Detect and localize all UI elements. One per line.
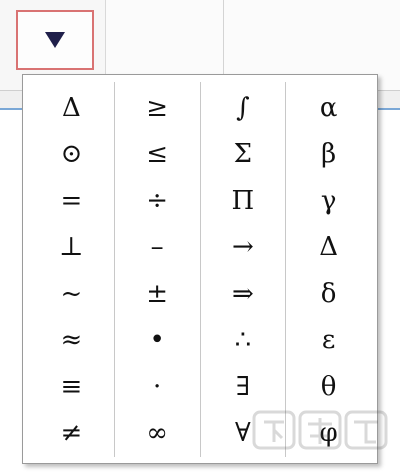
symbol-delta[interactable]: Δ	[41, 86, 101, 130]
symbol-sum[interactable]: Σ	[213, 132, 273, 176]
symbol-epsilon[interactable]: ε	[299, 318, 359, 362]
symbol-capital-delta[interactable]: Δ	[299, 225, 359, 269]
symbol-phi[interactable]: φ	[299, 411, 359, 455]
symbol-theta[interactable]: θ	[299, 365, 359, 409]
symbol-beta[interactable]: β	[299, 132, 359, 176]
symbol-right-arrow[interactable]: →	[213, 225, 273, 269]
symbol-infinity[interactable]: ∞	[127, 411, 187, 455]
symbol-small-delta[interactable]: δ	[299, 272, 359, 316]
symbol-column-operators: ≥ ≤ ÷ – ± • · ∞	[115, 82, 201, 457]
symbol-gamma[interactable]: γ	[299, 179, 359, 223]
symbol-tilde[interactable]: ~	[41, 272, 101, 316]
symbol-bullet[interactable]: •	[127, 318, 187, 362]
symbol-identical[interactable]: ≡	[41, 365, 101, 409]
symbol-divide[interactable]: ÷	[127, 179, 187, 223]
symbol-column-greek: α β γ Δ δ ε θ φ	[286, 82, 371, 457]
symbol-greater-equal[interactable]: ≥	[127, 86, 187, 130]
symbol-less-equal[interactable]: ≤	[127, 132, 187, 176]
symbol-dropdown-button[interactable]	[16, 10, 94, 70]
symbol-circled-dot[interactable]: ⊙	[41, 132, 101, 176]
symbol-for-all[interactable]: ∀	[213, 411, 273, 455]
symbol-popup: Δ ⊙ = ⊥ ~ ≈ ≡ ≠ ≥ ≤ ÷ – ± • · ∞ ∫ Σ Π → …	[22, 74, 378, 464]
symbol-column-relations: Δ ⊙ = ⊥ ~ ≈ ≡ ≠	[29, 82, 115, 457]
symbol-integral[interactable]: ∫	[213, 86, 273, 130]
symbol-therefore[interactable]: ∴	[213, 318, 273, 362]
symbol-column-calculus: ∫ Σ Π → ⇒ ∴ ∃ ∀	[201, 82, 287, 457]
symbol-minus[interactable]: –	[127, 225, 187, 269]
screen: Δ ⊙ = ⊥ ~ ≈ ≡ ≠ ≥ ≤ ÷ – ± • · ∞ ∫ Σ Π → …	[0, 0, 400, 472]
triangle-down-icon	[45, 32, 65, 48]
symbol-perpendicular[interactable]: ⊥	[41, 225, 101, 269]
symbol-approx[interactable]: ≈	[41, 318, 101, 362]
symbol-exists[interactable]: ∃	[213, 365, 273, 409]
symbol-grid: Δ ⊙ = ⊥ ~ ≈ ≡ ≠ ≥ ≤ ÷ – ± • · ∞ ∫ Σ Π → …	[29, 82, 371, 457]
symbol-implies[interactable]: ⇒	[213, 272, 273, 316]
symbol-product[interactable]: Π	[213, 179, 273, 223]
symbol-parallel[interactable]: =	[41, 179, 101, 223]
symbol-alpha[interactable]: α	[299, 86, 359, 130]
symbol-middle-dot[interactable]: ·	[127, 365, 187, 409]
symbol-plus-minus[interactable]: ±	[127, 272, 187, 316]
symbol-not-equal[interactable]: ≠	[41, 411, 101, 455]
